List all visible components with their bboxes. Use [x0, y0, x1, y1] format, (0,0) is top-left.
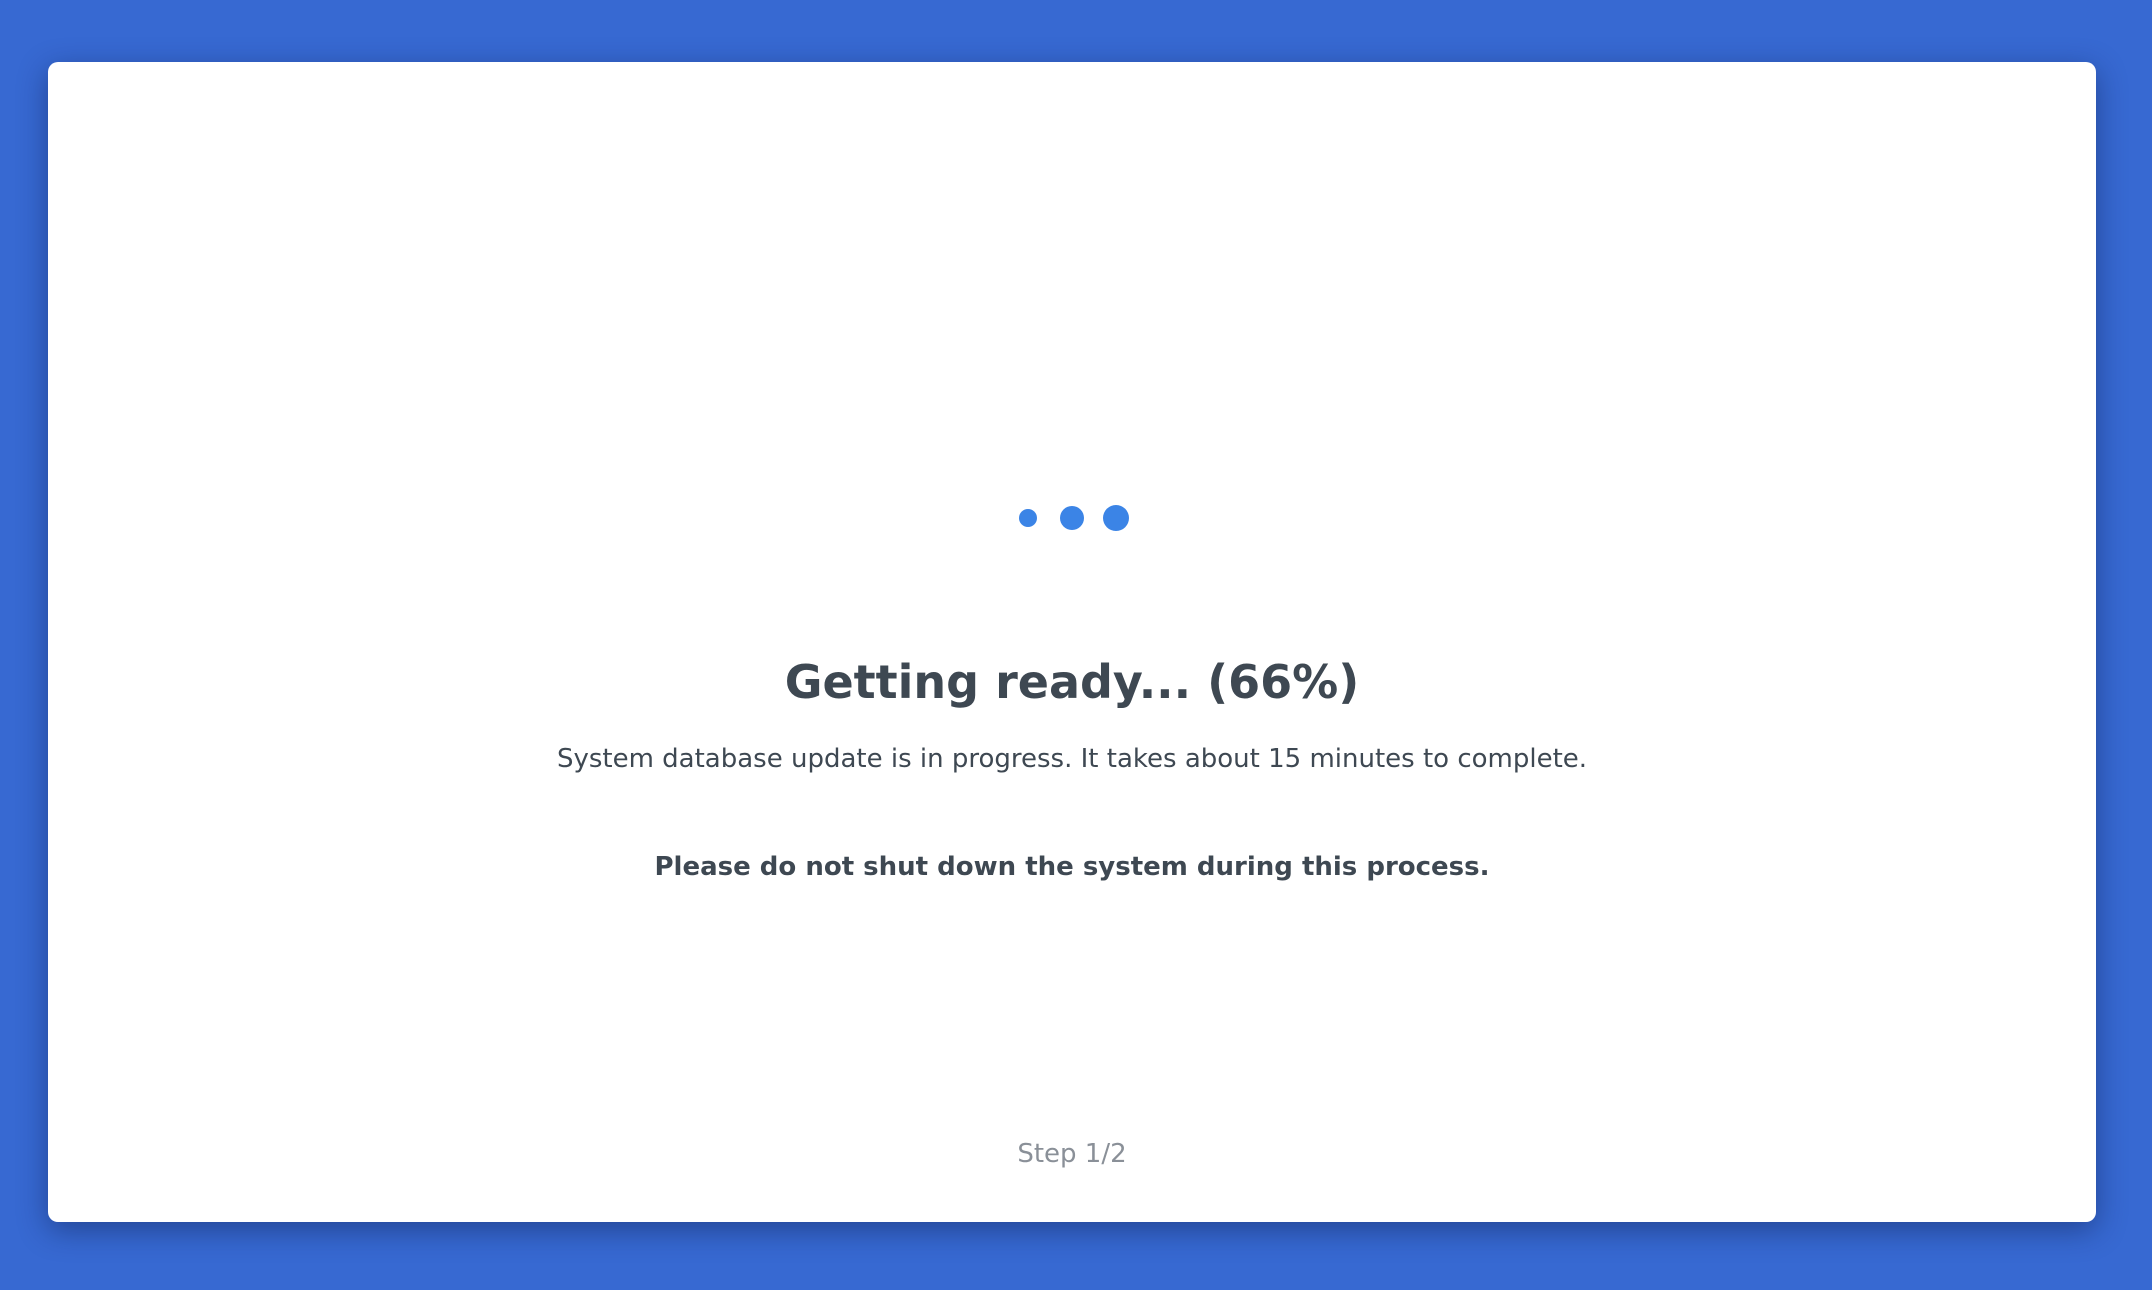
loading-dot [1103, 505, 1129, 531]
step-indicator: Step 1/2 [1017, 1139, 1127, 1169]
progress-title: Getting ready... (66%) [784, 655, 1360, 709]
loading-dot [1019, 509, 1037, 527]
progress-description: System database update is in progress. I… [556, 744, 1588, 774]
shutdown-warning: Please do not shut down the system durin… [654, 852, 1490, 882]
loading-dot [1060, 506, 1084, 530]
desktop-background: { "loader": { "icon": "loading-dots-icon… [0, 0, 2152, 1290]
update-progress-card: Getting ready... (66%) System database u… [48, 62, 2096, 1222]
loading-dots-icon [48, 492, 2096, 544]
